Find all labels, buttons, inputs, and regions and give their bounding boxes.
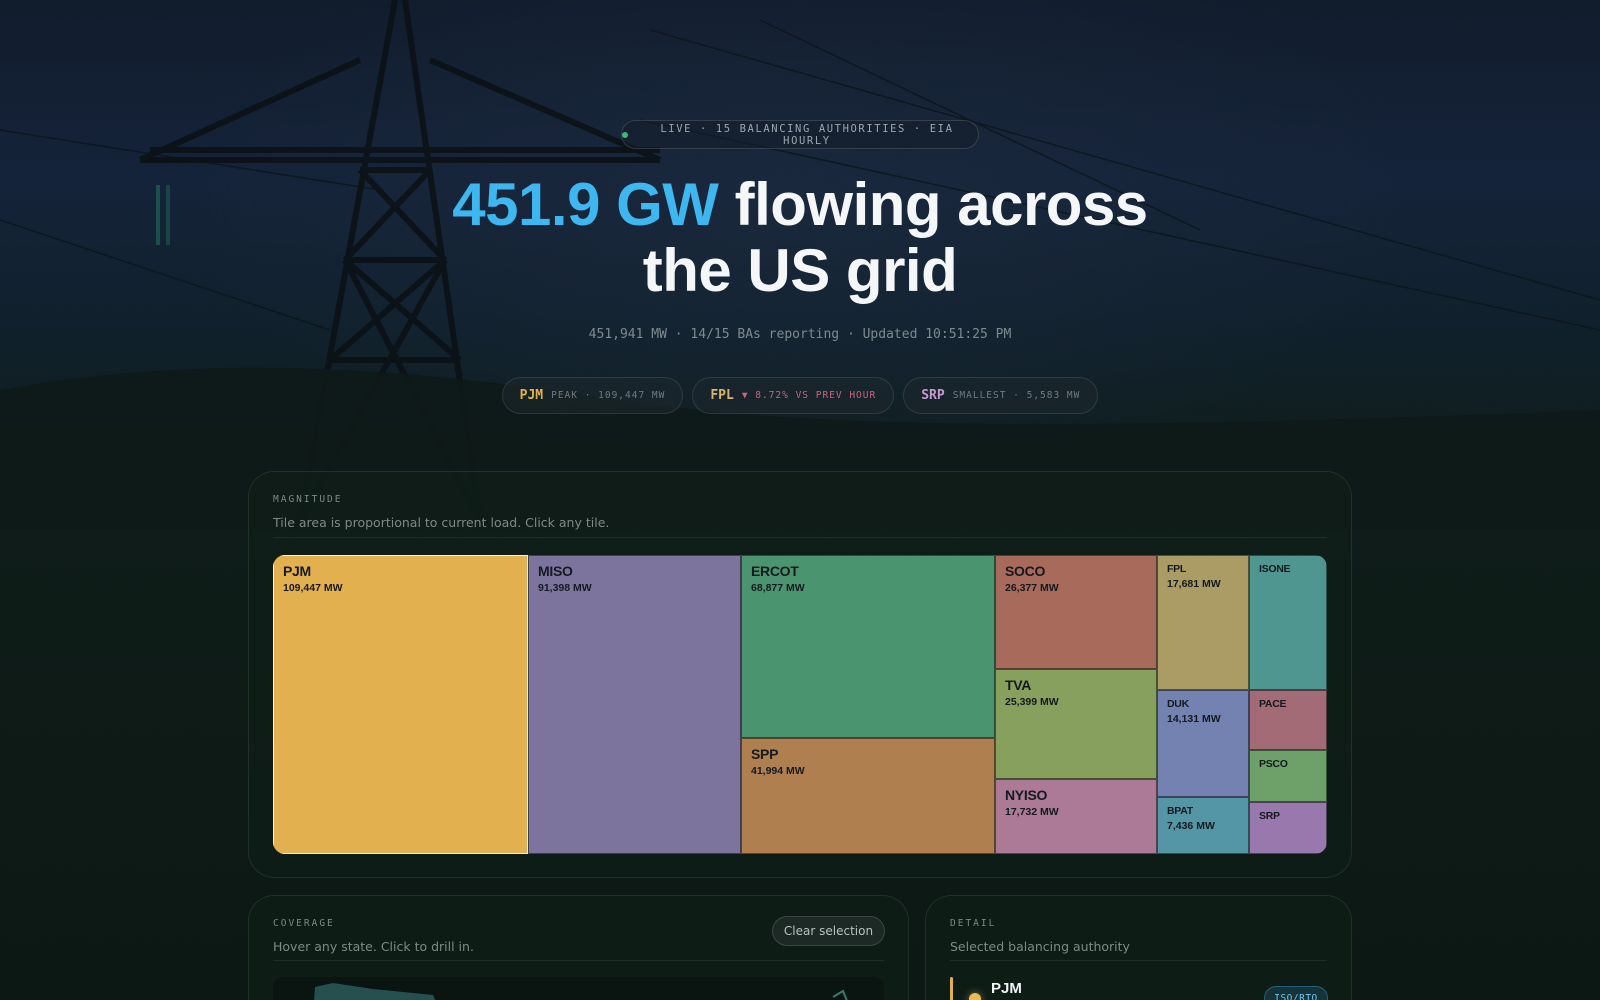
tile-name: ERCOT xyxy=(751,563,799,579)
coverage-kicker: COVERAGE xyxy=(273,918,335,929)
magnitude-description: Tile area is proportional to current loa… xyxy=(273,515,610,530)
tile-psco[interactable]: PSCO xyxy=(1249,750,1327,802)
stat-pill-peak[interactable]: PJM PEAK · 109,447 MW xyxy=(501,377,684,414)
tile-name: TVA xyxy=(1005,677,1032,693)
tile-value: 25,399 MW xyxy=(1005,696,1059,708)
tile-bpat[interactable]: BPAT 7,436 MW xyxy=(1157,797,1249,854)
stat-code: FPL xyxy=(710,388,734,403)
stat-pill-change[interactable]: FPL ▼ 8.72% VS PREV HOUR xyxy=(692,377,895,414)
tile-miso[interactable]: MISO 91,398 MW xyxy=(528,555,741,854)
headline: 451.9 GW flowing across the US grid xyxy=(300,172,1300,304)
stat-pills: PJM PEAK · 109,447 MW FPL ▼ 8.72% VS PRE… xyxy=(0,377,1600,414)
live-status-text: LIVE · 15 BALANCING AUTHORITIES · EIA HO… xyxy=(660,122,954,147)
coverage-description: Hover any state. Click to drill in. xyxy=(273,939,474,954)
live-indicator-dot xyxy=(622,131,628,138)
tile-value: 109,447 MW xyxy=(283,582,343,594)
tile-name: PJM xyxy=(283,563,311,579)
detail-status-dot xyxy=(969,993,981,1000)
headline-total-gw: 451.9 GW xyxy=(452,171,719,238)
tile-fpl[interactable]: FPL 17,681 MW xyxy=(1157,555,1249,690)
detail-divider xyxy=(950,960,1327,961)
tile-value: 68,877 MW xyxy=(751,582,805,594)
stat-code: PJM xyxy=(519,388,544,403)
tile-value: 41,994 MW xyxy=(751,765,805,777)
tile-name: DUK xyxy=(1167,698,1189,710)
tile-ercot[interactable]: ERCOT 68,877 MW xyxy=(741,555,995,738)
us-map-outline xyxy=(314,983,848,1000)
tile-tva[interactable]: TVA 25,399 MW xyxy=(995,669,1157,779)
tile-duk[interactable]: DUK 14,131 MW xyxy=(1157,690,1249,797)
live-status-pill: LIVE · 15 BALANCING AUTHORITIES · EIA HO… xyxy=(621,120,979,149)
tile-name: NYISO xyxy=(1005,787,1048,803)
stat-note: SMALLEST · 5,583 MW xyxy=(952,390,1081,401)
tile-spp[interactable]: SPP 41,994 MW xyxy=(741,738,995,854)
tile-value: 17,681 MW xyxy=(1167,578,1221,590)
tile-name: SOCO xyxy=(1005,563,1046,579)
tile-name: PACE xyxy=(1259,698,1287,710)
headline-line2: the US grid xyxy=(642,237,958,304)
tile-value: 17,732 MW xyxy=(1005,806,1059,818)
tile-name: SPP xyxy=(751,746,779,762)
tile-name: PSCO xyxy=(1259,758,1288,770)
coverage-divider xyxy=(273,960,884,961)
stat-note: PEAK · 109,447 MW xyxy=(551,390,666,401)
detail-kicker: DETAIL xyxy=(950,918,997,929)
load-treemap: PJM 109,447 MW MISO 91,398 MW ERCOT 68,8… xyxy=(273,555,1327,854)
stat-code: SRP xyxy=(921,388,945,403)
coverage-map[interactable] xyxy=(273,977,884,1000)
stat-pill-smallest[interactable]: SRP SMALLEST · 5,583 MW xyxy=(903,377,1099,414)
detail-selected-row[interactable]: PJM ISO/RTO xyxy=(950,977,1330,1000)
tile-nyiso[interactable]: NYISO 17,732 MW xyxy=(995,779,1157,854)
tile-name: SRP xyxy=(1259,810,1280,822)
tile-name: BPAT xyxy=(1167,805,1193,817)
reporting-summary: 451,941 MW · 14/15 BAs reporting · Updat… xyxy=(588,327,1012,342)
tile-value: 91,398 MW xyxy=(538,582,592,594)
tile-value: 7,436 MW xyxy=(1167,820,1215,832)
tile-value: 26,377 MW xyxy=(1005,582,1059,594)
tile-pace[interactable]: PACE xyxy=(1249,690,1327,750)
tile-isone[interactable]: ISONE xyxy=(1249,555,1327,690)
detail-accent-bar xyxy=(950,977,953,1000)
iso-rto-badge: ISO/RTO xyxy=(1264,986,1328,1000)
magnitude-divider xyxy=(273,537,1327,538)
magnitude-kicker: MAGNITUDE xyxy=(273,494,343,505)
tile-value: 14,131 MW xyxy=(1167,713,1221,725)
tile-name: MISO xyxy=(538,563,573,579)
tile-pjm[interactable]: PJM 109,447 MW xyxy=(273,555,528,854)
detail-ba-name: PJM xyxy=(991,980,1022,997)
detail-description: Selected balancing authority xyxy=(950,939,1130,954)
clear-selection-button[interactable]: Clear selection xyxy=(772,916,885,946)
tile-srp[interactable]: SRP xyxy=(1249,802,1327,854)
headline-line1: flowing across xyxy=(718,171,1149,238)
stat-note: ▼ 8.72% VS PREV HOUR xyxy=(741,390,877,401)
tile-soco[interactable]: SOCO 26,377 MW xyxy=(995,555,1157,669)
tile-name: ISONE xyxy=(1259,563,1291,575)
tile-name: FPL xyxy=(1167,563,1186,575)
